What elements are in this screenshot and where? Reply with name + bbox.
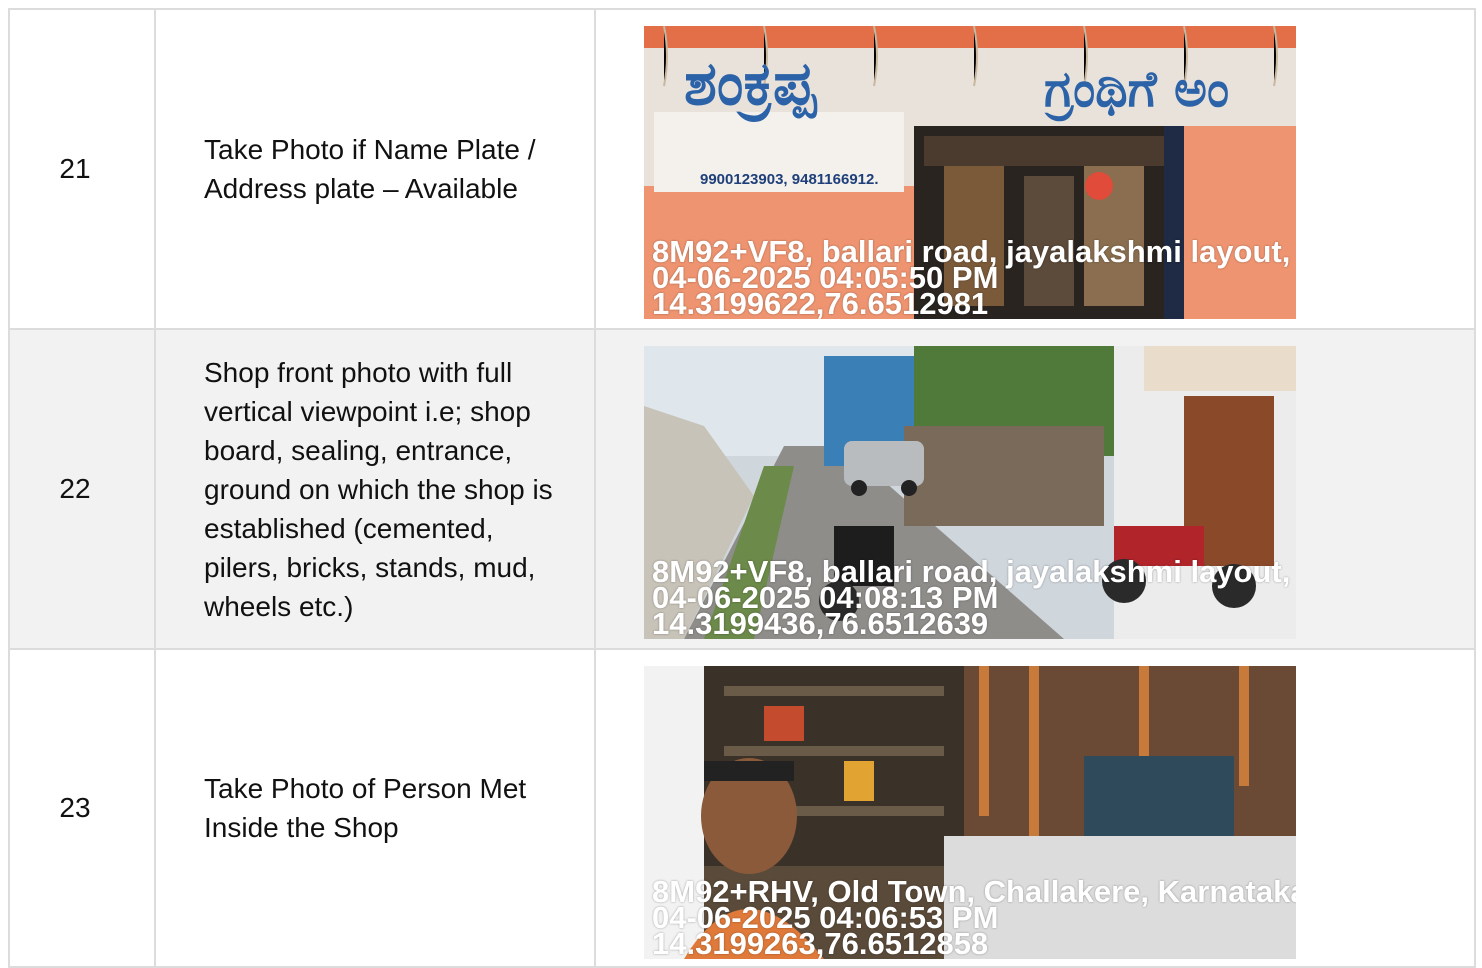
- sign-phone-text: 9900123903, 9481166912.: [700, 171, 879, 188]
- row-number-cell: 23: [10, 650, 156, 966]
- photo-cell: 8M92+VF8, ballari road, jayalakshmi layo…: [596, 330, 1476, 648]
- row-description: Take Photo if Name Plate / Address plate…: [204, 134, 536, 204]
- sign-text: ಶಂಕ್ರಪ್ಪ: [684, 49, 818, 122]
- geotag-overlay: 8M92+RHV, Old Town, Challakere, Karnatak…: [652, 876, 1296, 959]
- shop-front-photo[interactable]: 8M92+VF8, ballari road, jayalakshmi layo…: [644, 346, 1296, 639]
- sign-text-2: ಗ್ರಂಥಿಗೆ ಅಂ: [1044, 60, 1229, 121]
- person-met-photo[interactable]: 8M92+RHV, Old Town, Challakere, Karnatak…: [644, 666, 1296, 959]
- table-row: 22 Shop front photo with full vertical v…: [10, 330, 1476, 650]
- name-plate-photo[interactable]: ಶಂಕ್ರಪ್ಪ ಗ್ರಂಥಿಗೆ ಅಂ 9900123903, 9481166…: [644, 26, 1296, 319]
- row-number: 23: [59, 792, 91, 823]
- row-number-cell: 21: [10, 10, 156, 328]
- checklist-table: 21 Take Photo if Name Plate / Address pl…: [8, 8, 1476, 968]
- description-cell: Take Photo of Person Met Inside the Shop: [156, 650, 596, 966]
- table-row: 23 Take Photo of Person Met Inside the S…: [10, 650, 1476, 968]
- geotag-overlay: 8M92+VF8, ballari road, jayalakshmi layo…: [652, 236, 1290, 319]
- row-description: Take Photo of Person Met Inside the Shop: [204, 773, 527, 843]
- photo-cell: 8M92+RHV, Old Town, Challakere, Karnatak…: [596, 650, 1476, 966]
- row-number: 22: [59, 473, 91, 504]
- row-number-cell: 22: [10, 330, 156, 648]
- geotag-coordinates: 14.3199622,76.6512981: [652, 286, 989, 319]
- table-row: 21 Take Photo if Name Plate / Address pl…: [10, 10, 1476, 330]
- row-description: Shop front photo with full vertical view…: [204, 356, 553, 622]
- geotag-coordinates: 14.3199436,76.6512639: [652, 606, 989, 639]
- geotag-coordinates: 14.3199263,76.6512858: [652, 926, 989, 959]
- photo-cell: ಶಂಕ್ರಪ್ಪ ಗ್ರಂಥಿಗೆ ಅಂ 9900123903, 9481166…: [596, 10, 1476, 328]
- description-cell: Shop front photo with full vertical view…: [156, 330, 596, 648]
- row-number: 21: [59, 153, 91, 184]
- geotag-overlay: 8M92+VF8, ballari road, jayalakshmi layo…: [652, 556, 1290, 639]
- description-cell: Take Photo if Name Plate / Address plate…: [156, 10, 596, 328]
